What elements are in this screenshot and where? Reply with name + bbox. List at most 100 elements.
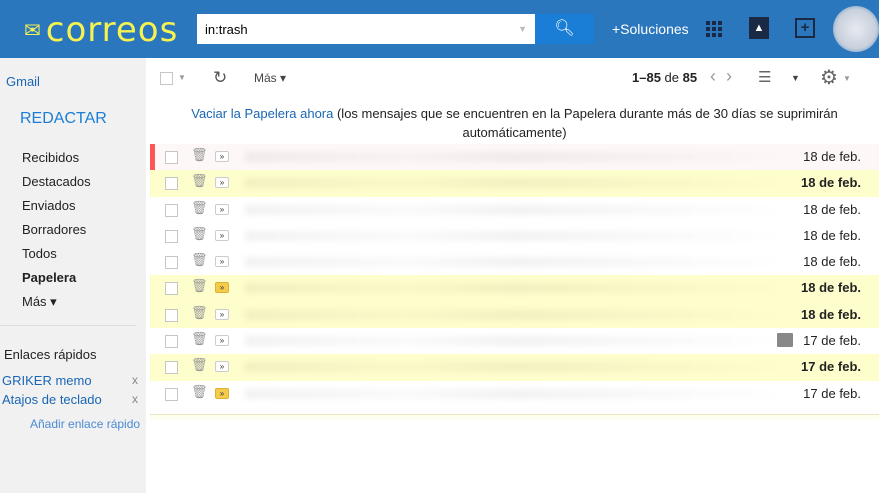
importance-marker-icon[interactable]: » — [215, 387, 229, 399]
blurred-content — [245, 362, 785, 373]
sidebar-item-sent[interactable]: Enviados — [22, 198, 91, 222]
search-box: ▼ — [197, 14, 535, 44]
search-input[interactable] — [197, 14, 507, 44]
avatar[interactable] — [833, 6, 879, 52]
row-date: 18 de feb. — [801, 280, 861, 296]
row-checkbox[interactable] — [165, 256, 178, 270]
quick-links-title: Enlaces rápidos — [4, 347, 97, 362]
table-row[interactable]: 🗑︎ » 17 de feb. — [150, 354, 879, 381]
compose-button[interactable]: REDACTAR — [20, 110, 107, 128]
table-row[interactable]: 🗑︎ » 18 de feb. — [150, 275, 879, 302]
row-checkbox[interactable] — [165, 151, 178, 164]
trash-icon: 🗑︎ — [191, 199, 208, 215]
importance-marker-icon[interactable]: » — [215, 308, 229, 320]
trash-icon: 🗑︎ — [191, 357, 208, 373]
table-row[interactable]: 🗑︎ » 18 de feb. — [150, 222, 879, 250]
envelope-icon: ✉ — [24, 18, 42, 42]
next-page-icon[interactable]: › — [726, 66, 742, 86]
gear-icon[interactable]: ⚙ — [820, 65, 838, 90]
row-checkbox[interactable] — [165, 282, 178, 296]
list-footer — [150, 414, 879, 420]
quick-link-label[interactable]: GRIKER memo — [2, 373, 92, 388]
table-row[interactable]: 🗑︎ » 18 de feb. — [150, 170, 879, 197]
remove-quick-link-button[interactable]: x — [132, 392, 138, 406]
trash-icon: 🗑︎ — [191, 331, 208, 347]
trash-icon: 🗑︎ — [191, 252, 208, 268]
apps-grid-icon[interactable] — [706, 21, 722, 37]
gear-dropdown-icon[interactable]: ▼ — [843, 74, 851, 83]
top-bar: ✉correos ▼ 🔍︎ +Soluciones ▲ + — [0, 0, 879, 58]
refresh-icon[interactable]: ↻ — [213, 68, 227, 88]
density-icon[interactable]: ☰ — [758, 68, 771, 86]
trash-icon: 🗑︎ — [191, 383, 208, 399]
trash-icon: 🗑︎ — [191, 225, 208, 241]
blurred-content — [245, 204, 785, 215]
empty-trash-link[interactable]: Vaciar la Papelera ahora — [191, 106, 333, 121]
table-row[interactable]: 🗑︎ » 18 de feb. — [150, 249, 879, 276]
row-date: 17 de feb. — [801, 359, 861, 375]
row-checkbox[interactable] — [165, 387, 178, 401]
importance-marker-icon[interactable]: » — [215, 229, 229, 241]
importance-marker-icon[interactable]: » — [215, 361, 229, 373]
add-quick-link[interactable]: Añadir enlace rápido — [30, 417, 140, 431]
search-icon: 🔍︎ — [554, 20, 575, 37]
importance-marker-icon[interactable]: » — [215, 282, 229, 294]
importance-marker-icon[interactable]: » — [215, 177, 229, 189]
pagination-count: 1–85 de 85 — [632, 70, 697, 85]
search-options-icon[interactable]: ▼ — [518, 24, 527, 34]
toolbar: ▼ ↻ Más ▾ 1–85 de 85 ‹› ☰ ▼ ⚙ ▼ — [146, 58, 879, 98]
logo[interactable]: ✉ correos — [24, 10, 178, 50]
row-checkbox[interactable] — [165, 308, 178, 322]
logo-text: correos — [45, 10, 179, 50]
blurred-content — [245, 152, 785, 162]
gmail-menu[interactable]: Gmail — [6, 74, 40, 89]
table-row[interactable]: 🗑︎ » 18 de feb. — [150, 196, 879, 223]
sidebar-item-starred[interactable]: Destacados — [22, 174, 91, 198]
table-row[interactable]: 🗑︎ » 17 de feb. — [150, 380, 879, 407]
sidebar-item-more[interactable]: Más ▾ — [22, 294, 91, 318]
solutions-link[interactable]: +Soluciones — [612, 21, 689, 37]
remove-quick-link-button[interactable]: x — [132, 373, 138, 387]
share-plus-icon[interactable]: + — [795, 18, 815, 38]
table-row[interactable]: 🗑︎ » 18 de feb. — [150, 301, 879, 329]
importance-marker-icon[interactable]: » — [215, 151, 229, 162]
row-checkbox[interactable] — [165, 177, 178, 191]
importance-marker-icon[interactable]: » — [215, 335, 229, 347]
row-date: 18 de feb. — [803, 254, 861, 270]
row-checkbox[interactable] — [165, 203, 178, 217]
sidebar: Gmail REDACTAR Recibidos Destacados Envi… — [0, 58, 146, 493]
prev-page-icon[interactable]: ‹ — [710, 66, 726, 86]
row-date: 18 de feb. — [803, 201, 861, 217]
range: 1–85 — [632, 70, 661, 85]
importance-marker-icon[interactable]: » — [215, 256, 229, 268]
row-checkbox[interactable] — [165, 229, 178, 243]
row-checkbox[interactable] — [165, 335, 178, 349]
table-row[interactable]: 🗑︎ » 18 de feb. — [150, 144, 879, 171]
blurred-content — [245, 230, 785, 241]
table-row[interactable]: 🗑︎ » 17 de feb. — [150, 328, 879, 355]
trash-icon: 🗑︎ — [191, 304, 208, 320]
select-dropdown-icon[interactable]: ▼ — [178, 73, 186, 82]
input-tools-dropdown-icon[interactable]: ▼ — [791, 73, 800, 83]
notifications-bell-icon[interactable]: ▲ — [749, 17, 769, 39]
row-date: 18 de feb. — [803, 227, 861, 243]
blurred-content — [245, 283, 785, 294]
selected-indicator — [150, 144, 155, 170]
sidebar-item-inbox[interactable]: Recibidos — [22, 150, 91, 174]
row-checkbox[interactable] — [165, 361, 178, 375]
select-all-checkbox[interactable] — [160, 72, 173, 85]
folder-nav: Recibidos Destacados Enviados Borradores… — [22, 150, 91, 318]
image-attachment-icon — [777, 333, 793, 348]
trash-icon: 🗑︎ — [191, 147, 208, 162]
sidebar-item-trash[interactable]: Papelera — [22, 270, 91, 294]
search-button[interactable]: 🔍︎ — [535, 14, 594, 44]
sidebar-item-all[interactable]: Todos — [22, 246, 91, 270]
blurred-content — [245, 178, 785, 189]
importance-marker-icon[interactable]: » — [215, 203, 229, 215]
more-actions-button[interactable]: Más ▾ — [254, 71, 286, 85]
quick-link: GRIKER memo x — [2, 373, 142, 388]
quick-link-label[interactable]: Atajos de teclado — [2, 392, 102, 407]
trash-icon: 🗑︎ — [191, 278, 208, 294]
of: de — [664, 70, 680, 85]
sidebar-item-drafts[interactable]: Borradores — [22, 222, 91, 246]
